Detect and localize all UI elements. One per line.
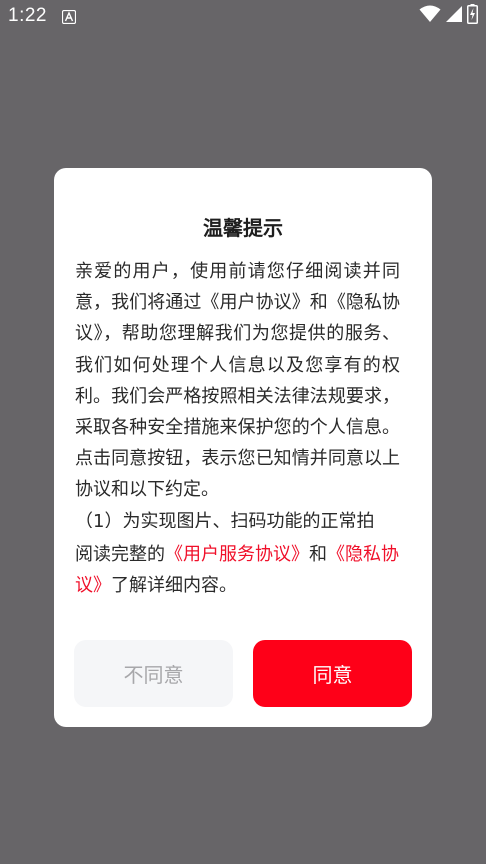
dialog-title: 温馨提示 <box>203 216 283 240</box>
agree-button[interactable]: 同意 <box>253 640 412 707</box>
disagree-button[interactable]: 不同意 <box>74 640 233 707</box>
user-agreement-link[interactable]: 《用户服务协议》 <box>165 544 309 565</box>
battery-charging-icon <box>467 4 478 28</box>
notification-a-icon <box>61 9 77 25</box>
status-icons <box>419 4 478 28</box>
signal-icon <box>445 5 463 27</box>
status-time: 1:22 <box>8 5 47 26</box>
agreement-paragraph: 亲爱的用户，使用前请您仔细阅读并同意，我们将通过《用户协议》和《隐私协议》，帮助… <box>75 261 400 501</box>
footer-connector: 和 <box>309 544 327 565</box>
footer-prefix: 阅读完整的 <box>75 544 165 565</box>
agreement-scroll-area[interactable]: 亲爱的用户，使用前请您仔细阅读并同意，我们将通过《用户协议》和《隐私协议》，帮助… <box>75 256 400 528</box>
status-bar: 1:22 <box>0 0 486 34</box>
agreement-paragraph: （1）为实现图片、扫码功能的正常拍 <box>75 510 375 528</box>
agreement-body: 亲爱的用户，使用前请您仔细阅读并同意，我们将通过《用户协议》和《隐私协议》，帮助… <box>75 256 400 528</box>
wifi-icon <box>419 5 441 27</box>
footer-suffix: 了解详细内容。 <box>111 575 237 596</box>
agreement-footer: 阅读完整的《用户服务协议》和《隐私协议》了解详细内容。 <box>75 539 400 601</box>
